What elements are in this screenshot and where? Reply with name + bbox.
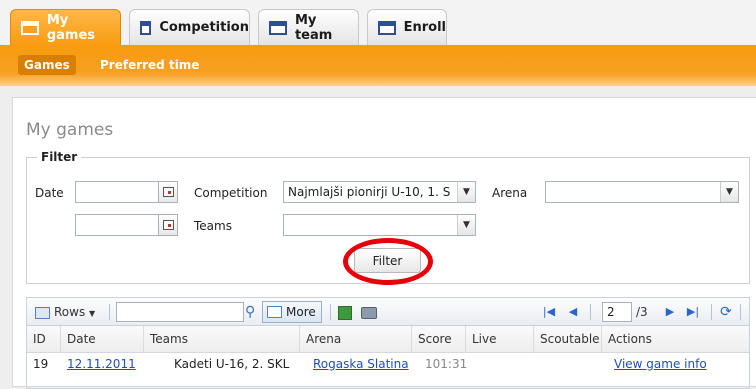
teams-label: Teams (194, 219, 232, 233)
tab-my-team[interactable]: My team (258, 9, 359, 45)
next-page-icon[interactable]: ▶ (663, 304, 677, 320)
filter-legend: Filter (41, 150, 78, 164)
arena-label: Arena (492, 186, 528, 200)
search-icon[interactable]: ⚲ (245, 302, 255, 322)
tab-label: My team (294, 12, 333, 43)
date-label: Date (35, 186, 64, 200)
window-icon (140, 20, 152, 35)
first-page-icon[interactable]: |◀ (542, 304, 556, 320)
window-icon (378, 20, 396, 35)
competition-value: Najmlajši pionirji U-10, 1. S (288, 185, 451, 199)
cell-date-link[interactable]: 12.11.2011 (67, 357, 136, 371)
table-icon (35, 306, 50, 319)
table-row: 19 12.11.2011 Kadeti U-16, 2. SKL Rogask… (27, 354, 749, 378)
list-icon (267, 306, 282, 318)
grid-toolbar: Rows ▼ ⚲ More |◀ ◀ 2 /3 ▶ ▶| ⟳ (27, 298, 749, 326)
total-pages: /3 (636, 305, 648, 319)
calendar-icon (163, 220, 174, 230)
caret-down-icon: ▼ (89, 309, 96, 318)
more-label: More (286, 305, 316, 319)
subtab-games[interactable]: Games (18, 55, 76, 75)
main-tab-bar: My games Competition My team Enroll (0, 0, 756, 46)
print-icon[interactable] (361, 302, 377, 322)
page-number-input[interactable]: 2 (602, 302, 632, 322)
date-to-input[interactable] (75, 214, 159, 236)
toolbar-divider (590, 304, 591, 320)
rows-label: Rows (54, 305, 86, 319)
cell-arena-link[interactable]: Rogaska Slatina (313, 357, 409, 371)
column-header-teams[interactable]: Teams (144, 326, 300, 353)
tab-label: My games (46, 13, 96, 43)
more-button[interactable]: More (262, 301, 322, 323)
filter-button[interactable]: Filter (354, 248, 421, 273)
table-header: ID Date Teams Arena Score Live Scoutable… (27, 326, 749, 353)
toolbar-divider (711, 304, 712, 320)
subtab-preferred-time[interactable]: Preferred time (100, 55, 199, 75)
chevron-down-icon: ▼ (720, 182, 738, 202)
sub-navigation: Games Preferred time (0, 45, 756, 86)
date-from-calendar-button[interactable] (158, 181, 178, 203)
date-to-calendar-button[interactable] (158, 214, 178, 236)
content-panel: My games Filter Date Competition Najmlaj… (12, 97, 756, 389)
grid-search-input[interactable] (116, 302, 244, 322)
tab-label: Competition (159, 20, 249, 35)
games-grid: Rows ▼ ⚲ More |◀ ◀ 2 /3 ▶ ▶| ⟳ ID Date T… (26, 297, 750, 389)
competition-label: Competition (194, 186, 268, 200)
page-title: My games (26, 120, 114, 140)
toolbar-divider (109, 304, 110, 320)
rows-menu-button[interactable]: Rows ▼ (35, 302, 95, 322)
toolbar-divider (740, 304, 741, 320)
chevron-down-icon: ▼ (457, 182, 475, 202)
column-header-arena[interactable]: Arena (300, 326, 412, 353)
date-from-input[interactable] (75, 181, 159, 203)
column-header-score[interactable]: Score (412, 326, 466, 353)
column-header-date[interactable]: Date (61, 326, 144, 353)
view-game-info-link[interactable]: View game info (614, 357, 707, 371)
column-header-id[interactable]: ID (27, 326, 61, 353)
teams-select[interactable]: ▼ (283, 214, 476, 236)
column-header-live[interactable]: Live (466, 326, 534, 353)
tab-enroll[interactable]: Enroll (367, 9, 447, 45)
column-header-scoutable[interactable]: Scoutable (534, 326, 602, 353)
tab-label: Enroll (403, 20, 446, 35)
toolbar-divider (330, 304, 331, 320)
column-header-actions[interactable]: Actions (602, 326, 751, 353)
cell-id: 19 (33, 357, 49, 371)
window-icon (21, 21, 39, 35)
competition-select[interactable]: Najmlajši pionirji U-10, 1. S ▼ (283, 181, 476, 203)
chevron-down-icon: ▼ (457, 215, 475, 235)
cell-teams: Kadeti U-16, 2. SKL (174, 357, 290, 371)
tab-my-games[interactable]: My games (10, 9, 121, 46)
tab-competition[interactable]: Competition (129, 9, 250, 45)
cell-score: 101:31 (425, 357, 468, 371)
previous-page-icon[interactable]: ◀ (566, 304, 580, 320)
refresh-icon[interactable]: ⟳ (719, 304, 733, 320)
arena-select[interactable]: ▼ (545, 181, 739, 203)
excel-export-icon[interactable] (338, 302, 352, 322)
calendar-icon (163, 187, 174, 197)
last-page-icon[interactable]: ▶| (686, 304, 700, 320)
window-icon (269, 20, 287, 35)
